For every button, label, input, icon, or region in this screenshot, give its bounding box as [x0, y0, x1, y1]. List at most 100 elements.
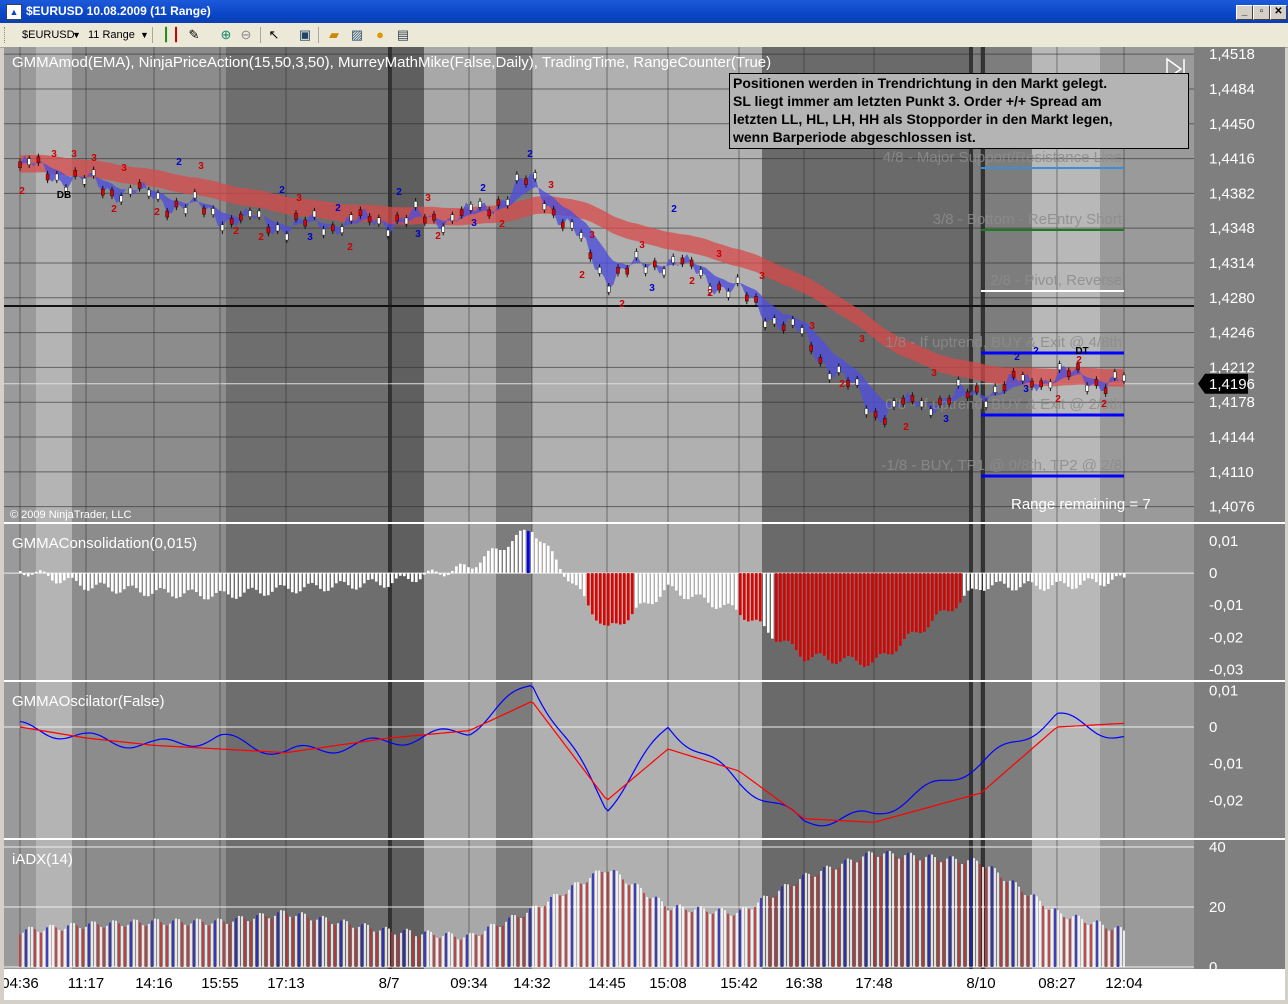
- price-bar: [367, 215, 372, 223]
- time-axis-label: 8/7: [379, 975, 400, 992]
- consolidation-bar: [675, 573, 678, 591]
- consolidation-bar: [907, 573, 910, 634]
- close-button[interactable]: ✕: [1270, 5, 1287, 20]
- consolidation-bar: [211, 573, 214, 597]
- consolidation-bar: [1123, 573, 1126, 578]
- consolidation-bar: [27, 573, 30, 577]
- consolidation-bar: [351, 573, 354, 589]
- consolidation-axis-label: -0,01: [1209, 597, 1243, 614]
- consolidation-bar: [283, 573, 286, 586]
- zoom-in-icon[interactable]: ⊕: [218, 27, 234, 43]
- period-selector[interactable]: 11 Range: [88, 26, 135, 44]
- swing-point-label: 3: [1023, 384, 1029, 395]
- consolidation-bar: [871, 573, 874, 663]
- consolidation-bar: [115, 573, 118, 594]
- consolidation-bar: [303, 573, 306, 588]
- consolidation-bar: [559, 568, 562, 574]
- price-bar: [837, 366, 841, 373]
- price-bar: [855, 378, 859, 386]
- consolidation-bar: [55, 573, 58, 584]
- data-box-icon[interactable]: ▤: [395, 27, 411, 43]
- consolidation-bar: [1035, 573, 1038, 586]
- price-bar: [266, 226, 271, 234]
- consolidation-bar: [879, 573, 882, 654]
- strategy-note: Positionen werden in Trendrichtung in de…: [729, 73, 1189, 149]
- consolidation-bar: [247, 573, 250, 589]
- chart-icon[interactable]: ▨: [349, 27, 365, 43]
- time-axis-bg: [4, 969, 1285, 1000]
- consolidation-bar: [51, 573, 54, 581]
- price-bar: [956, 379, 961, 386]
- open-folder-icon[interactable]: ▰: [326, 27, 342, 43]
- price-bar: [597, 266, 602, 274]
- consolidation-bar: [583, 573, 586, 597]
- consolidation-bar: [931, 573, 934, 621]
- consolidation-bar: [891, 573, 894, 655]
- properties-icon[interactable]: ▣: [297, 27, 313, 43]
- drawing-tool-icon[interactable]: ✎: [186, 27, 202, 43]
- consolidation-bar: [1055, 573, 1058, 582]
- consolidation-bar: [1099, 573, 1102, 586]
- murrey-label: 2/8 - Pivot, Reverse: [990, 272, 1122, 289]
- consolidation-bar: [47, 573, 50, 576]
- instrument-selector[interactable]: $EURUSD: [22, 26, 75, 44]
- consolidation-bar: [435, 571, 438, 574]
- zoom-out-icon[interactable]: ⊖: [238, 27, 254, 43]
- currency-icon[interactable]: ●: [372, 27, 388, 43]
- consolidation-bar: [811, 573, 814, 658]
- minimize-button[interactable]: _: [1236, 5, 1253, 20]
- swing-point-label: 2: [396, 187, 402, 198]
- price-axis-label: 1,4246: [1209, 325, 1255, 342]
- swing-point-label: 2: [111, 204, 117, 215]
- price-bar: [1021, 374, 1025, 382]
- consolidation-bar: [43, 571, 46, 574]
- consolidation-bar: [271, 573, 274, 592]
- price-bar: [1122, 374, 1126, 382]
- price-bar: [275, 224, 280, 232]
- restore-button[interactable]: ▫: [1253, 5, 1270, 20]
- adx-axis-label: 20: [1209, 899, 1226, 916]
- candlestick-down-icon[interactable]: ┃: [168, 27, 184, 43]
- consolidation-bar: [827, 573, 830, 660]
- price-bar: [781, 324, 786, 331]
- consolidation-bar: [491, 548, 494, 574]
- consolidation-bar: [135, 573, 138, 589]
- chart-area[interactable]: 4/8 - Major Support/Resistance Line 3/8 -…: [1, 46, 1285, 1000]
- price-bar: [101, 188, 105, 196]
- consolidation-bar: [471, 568, 474, 574]
- copyright-text: © 2009 NinjaTrader, LLC: [10, 509, 131, 521]
- current-price-label: 1,4196: [1209, 376, 1255, 393]
- cursor-icon[interactable]: ↖: [266, 27, 282, 43]
- swing-point-label: 2: [619, 299, 625, 310]
- swing-point-label: 3: [649, 283, 655, 294]
- swing-point-label: 2: [176, 157, 182, 168]
- consolidation-bar: [379, 573, 382, 586]
- price-bar: [754, 296, 758, 303]
- price-bar: [561, 221, 565, 229]
- consolidation-bar: [1031, 573, 1034, 583]
- period-dropdown-icon[interactable]: ▼: [140, 26, 149, 44]
- price-bar: [27, 158, 31, 166]
- time-axis-label: 15:08: [649, 975, 687, 992]
- swing-point-label: 2: [480, 183, 486, 194]
- consolidation-bar: [231, 573, 234, 598]
- price-bar: [137, 182, 142, 189]
- swing-point-label: 3: [931, 368, 937, 379]
- consolidation-bar: [459, 563, 462, 574]
- instrument-dropdown-icon[interactable]: ▼: [72, 26, 81, 44]
- swing-point-label: 3: [198, 161, 204, 172]
- consolidation-bar: [71, 573, 74, 578]
- price-bar: [469, 203, 473, 211]
- consolidation-bar: [87, 573, 90, 591]
- consolidation-bar: [415, 573, 418, 583]
- consolidation-bar: [979, 573, 982, 590]
- consolidation-bar: [1027, 573, 1030, 582]
- consolidation-bar: [903, 573, 906, 640]
- swing-point-label: 2: [527, 149, 533, 160]
- consolidation-bar: [923, 573, 926, 632]
- consolidation-bar: [1119, 573, 1122, 576]
- consolidation-bar: [503, 549, 506, 574]
- consolidation-bar: [867, 573, 870, 666]
- consolidation-bar: [727, 573, 730, 604]
- price-bar: [1048, 381, 1053, 389]
